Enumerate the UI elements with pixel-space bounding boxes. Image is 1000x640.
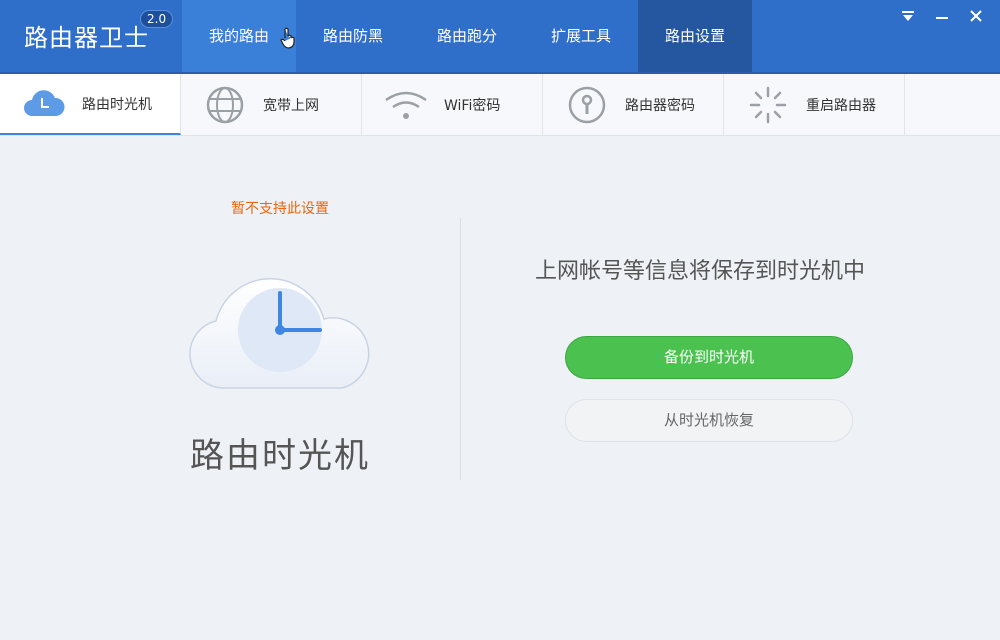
app-logo: 路由器卫士 — [24, 24, 149, 52]
time-machine-panel: 暂不支持此设置 路由时光机 — [100, 180, 460, 480]
minimize-icon[interactable] — [934, 8, 950, 24]
nav-my-router[interactable]: 我的路由 — [182, 0, 296, 72]
tab-label: 路由器密码 — [625, 97, 695, 114]
menu-dropdown-icon[interactable] — [900, 8, 916, 24]
backup-button[interactable]: 备份到时光机 — [565, 336, 853, 379]
cloud-clock-illustration-icon — [189, 278, 370, 389]
tab-router-time-machine[interactable]: 路由时光机 — [0, 74, 181, 135]
close-icon[interactable] — [968, 8, 984, 24]
tab-restart-router[interactable]: 重启路由器 — [724, 74, 905, 135]
tab-label: 路由时光机 — [82, 96, 152, 113]
page-title: 路由时光机 — [190, 436, 370, 476]
restore-button[interactable]: 从时光机恢复 — [565, 399, 853, 442]
cloud-clock-icon — [22, 82, 66, 126]
tab-label: WiFi密码 — [444, 97, 501, 114]
tab-router-password[interactable]: 路由器密码 — [543, 74, 724, 135]
unsupported-warning: 暂不支持此设置 — [231, 201, 329, 217]
hand-cursor-icon — [280, 27, 295, 49]
wifi-icon — [384, 83, 428, 127]
restart-spinner-icon — [746, 83, 790, 127]
version-badge: 2.0 — [140, 10, 174, 28]
globe-icon — [203, 83, 247, 127]
tab-wifi-password[interactable]: WiFi密码 — [362, 74, 543, 135]
lock-key-icon — [565, 83, 609, 127]
tab-label: 宽带上网 — [263, 97, 319, 114]
nav-extension-tools[interactable]: 扩展工具 — [524, 0, 638, 72]
backup-description: 上网帐号等信息将保存到时光机中 — [534, 259, 865, 284]
nav-router-anti-hack[interactable]: 路由防黑 — [296, 0, 410, 72]
tab-broadband[interactable]: 宽带上网 — [181, 74, 362, 135]
settings-tabs: 路由时光机 宽带上网 WiFi密码 路由器密码 重启路由器 — [0, 74, 1000, 136]
tab-label: 重启路由器 — [806, 97, 876, 114]
nav-router-benchmark[interactable]: 路由跑分 — [410, 0, 524, 72]
nav-router-settings[interactable]: 路由设置 — [638, 0, 752, 72]
window-controls — [900, 8, 984, 24]
title-bar: 路由器卫士 2.0 我的路由 路由防黑 路由跑分 扩展工具 路由设置 — [0, 0, 1000, 74]
main-nav: 我的路由 路由防黑 路由跑分 扩展工具 路由设置 — [182, 0, 752, 72]
vertical-divider — [460, 218, 461, 480]
